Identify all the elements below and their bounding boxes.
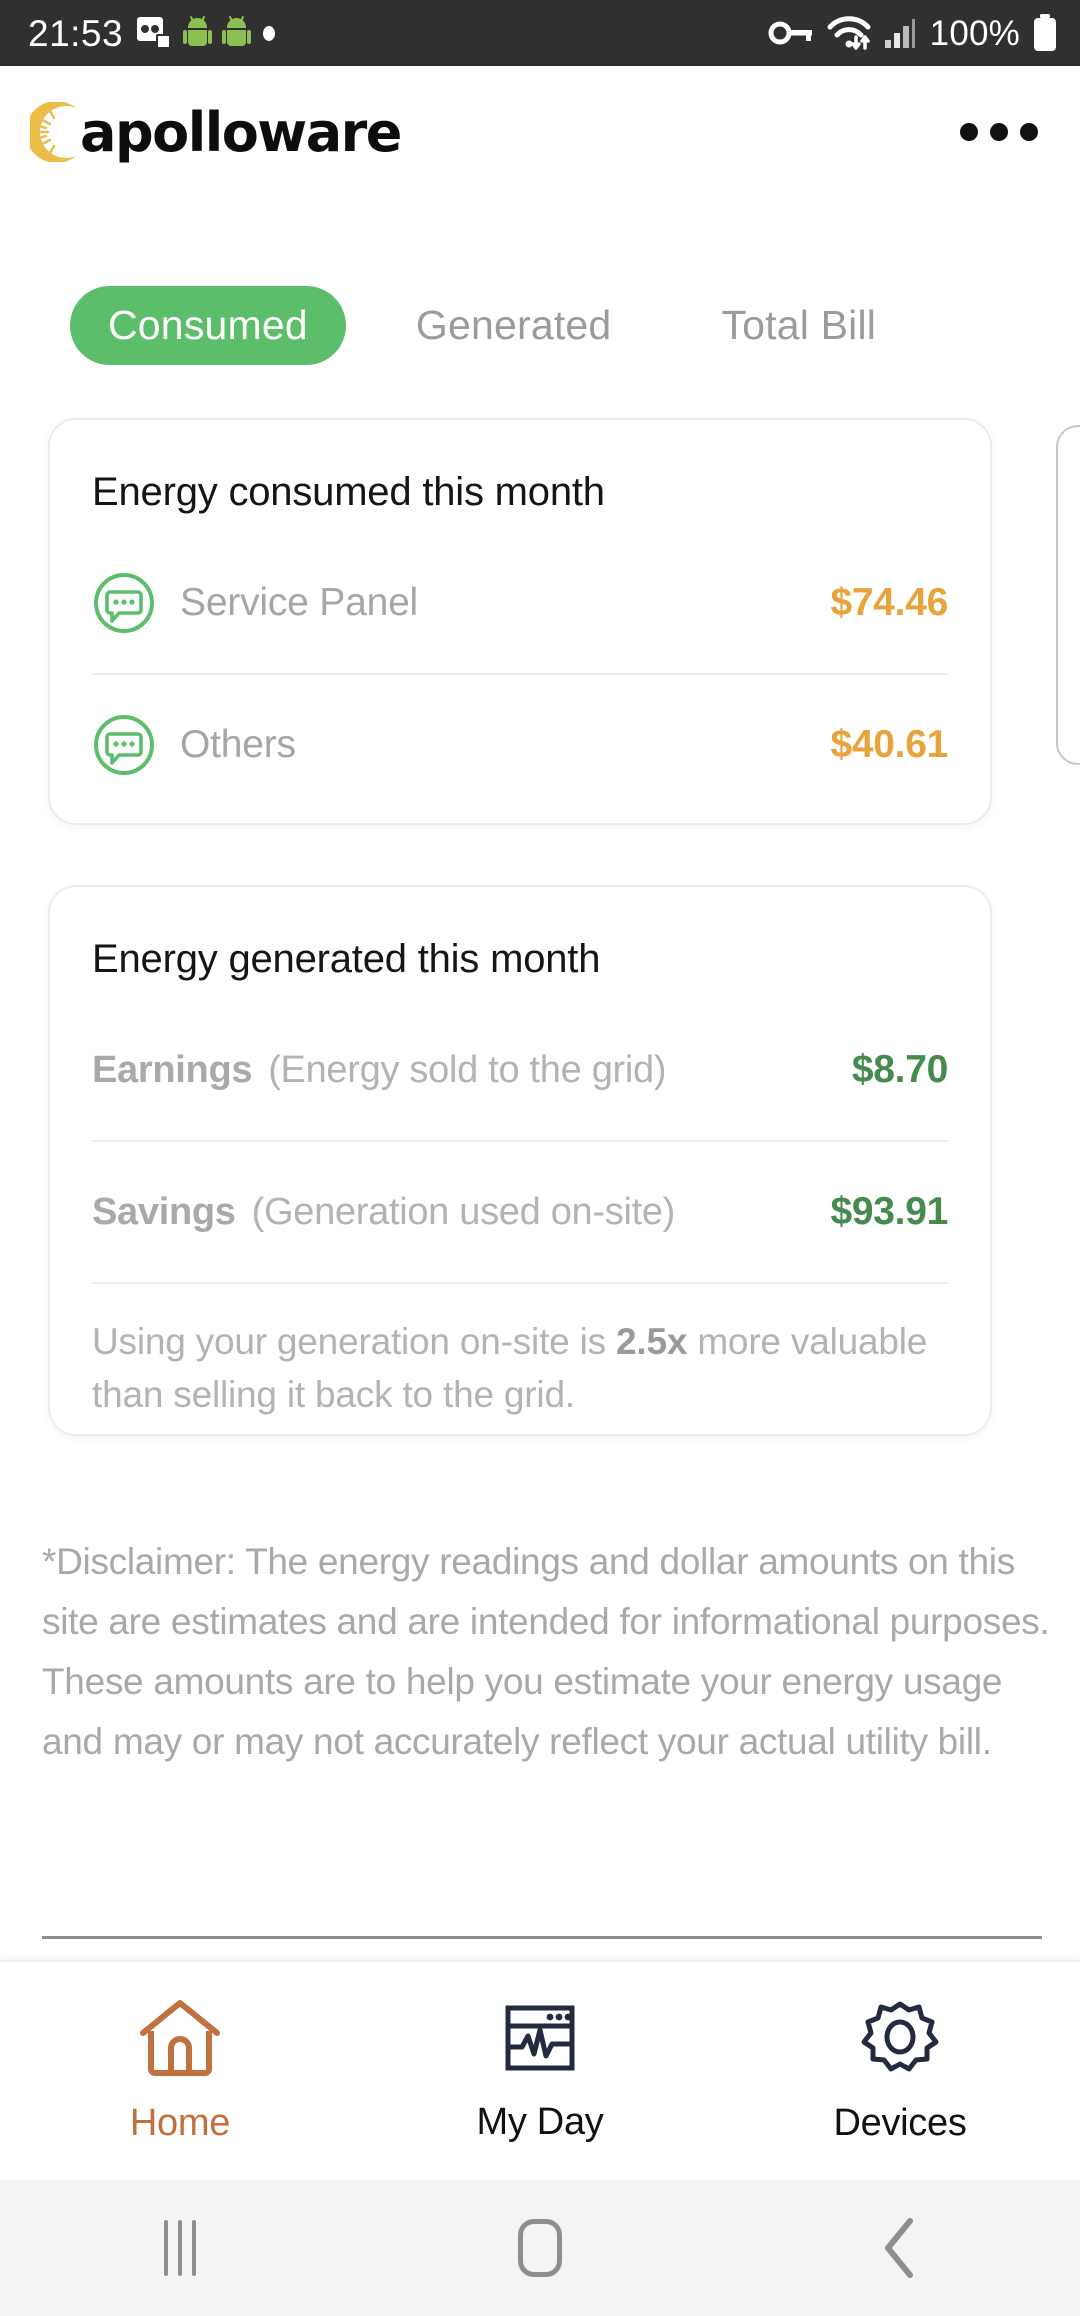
back-button[interactable] <box>720 2217 1080 2279</box>
generated-label-savings: Savings <box>92 1190 236 1233</box>
recents-button[interactable] <box>0 2220 360 2276</box>
bottom-navigation-bar: Home My Day Devices <box>0 1960 1080 2180</box>
app-logo[interactable]: apolloware <box>25 100 402 164</box>
status-bar-clock: 21:53 <box>28 12 124 54</box>
android-icon <box>222 15 252 48</box>
consumed-label-service-panel: Service Panel <box>180 581 419 624</box>
generated-note: Using your generation on-site is 2.5x mo… <box>50 1284 990 1421</box>
back-chevron-icon <box>885 2218 913 2278</box>
speech-bubble-icon <box>92 713 156 777</box>
gear-icon <box>859 1997 941 2084</box>
horizontal-rule <box>42 1936 1042 1939</box>
app-header: apolloware <box>0 66 1080 198</box>
energy-generated-card: Energy generated this month Earnings (En… <box>48 885 992 1436</box>
carousel-next-card[interactable] <box>1056 425 1080 765</box>
home-square-icon <box>518 2219 562 2277</box>
consumed-row-service-panel[interactable]: Service Panel $74.46 <box>50 533 990 673</box>
consumed-row-others[interactable]: Others $40.61 <box>50 675 990 815</box>
status-bar: 21:53 100% <box>0 0 1080 66</box>
nav-label-my-day: My Day <box>476 2101 604 2143</box>
app-logo-text: apolloware <box>80 100 402 164</box>
dot-icon <box>263 25 276 41</box>
nav-item-home[interactable]: Home <box>0 1997 360 2145</box>
generated-desc-savings: (Generation used on-site) <box>251 1190 676 1233</box>
consumed-label-others: Others <box>180 723 296 766</box>
nav-item-devices[interactable]: Devices <box>720 1997 1080 2145</box>
tab-bar: Consumed Generated Total Bill <box>0 286 1080 365</box>
generated-note-multiplier: 2.5x <box>616 1321 688 1362</box>
sun-burst-icon <box>25 101 86 163</box>
generated-label-earnings: Earnings <box>92 1048 253 1091</box>
system-navigation-bar <box>0 2180 1080 2316</box>
nav-item-my-day[interactable]: My Day <box>360 1998 720 2144</box>
chart-window-icon <box>500 1998 580 2083</box>
tab-total-bill[interactable]: Total Bill <box>721 286 876 365</box>
generated-desc-earnings: (Energy sold to the grid) <box>268 1048 667 1091</box>
battery-percent-label: 100% <box>929 13 1020 53</box>
status-bar-left: 21:53 <box>28 12 276 54</box>
generated-note-prefix: Using your generation on-site is <box>92 1321 617 1362</box>
energy-generated-title: Energy generated this month <box>92 937 601 981</box>
speech-bubble-icon <box>92 571 156 635</box>
status-bar-right: 100% <box>768 14 1058 52</box>
more-options-icon[interactable] <box>954 105 1044 159</box>
vpn-key-icon <box>768 21 812 45</box>
generated-amount-earnings: $8.70 <box>851 1048 948 1091</box>
android-icon <box>183 15 213 48</box>
battery-icon <box>1034 14 1056 51</box>
nav-label-devices: Devices <box>833 2102 967 2144</box>
generated-row-earnings[interactable]: Earnings (Energy sold to the grid) $8.70 <box>50 1000 990 1140</box>
generated-amount-savings: $93.91 <box>830 1190 949 1233</box>
nav-label-home: Home <box>129 2102 231 2144</box>
tab-consumed[interactable]: Consumed <box>70 286 346 365</box>
consumed-amount-others: $40.61 <box>830 723 949 766</box>
wifi-icon <box>827 16 871 50</box>
consumed-amount-service-panel: $74.46 <box>830 581 949 624</box>
disclaimer-text: *Disclaimer: The energy readings and dol… <box>42 1541 1050 1762</box>
energy-consumed-card: Energy consumed this month Service Panel… <box>48 418 992 825</box>
house-icon <box>137 1997 223 2084</box>
tab-generated[interactable]: Generated <box>416 286 612 365</box>
energy-consumed-title: Energy consumed this month <box>92 470 605 514</box>
recents-icon <box>164 2220 196 2276</box>
generated-row-savings[interactable]: Savings (Generation used on-site) $93.91 <box>50 1142 990 1282</box>
app-root: 21:53 100% apolloware Consumed Generated… <box>0 0 1080 2316</box>
home-button[interactable] <box>360 2219 720 2277</box>
dual-sim-icon <box>137 17 172 49</box>
signal-bars-icon <box>884 19 915 48</box>
